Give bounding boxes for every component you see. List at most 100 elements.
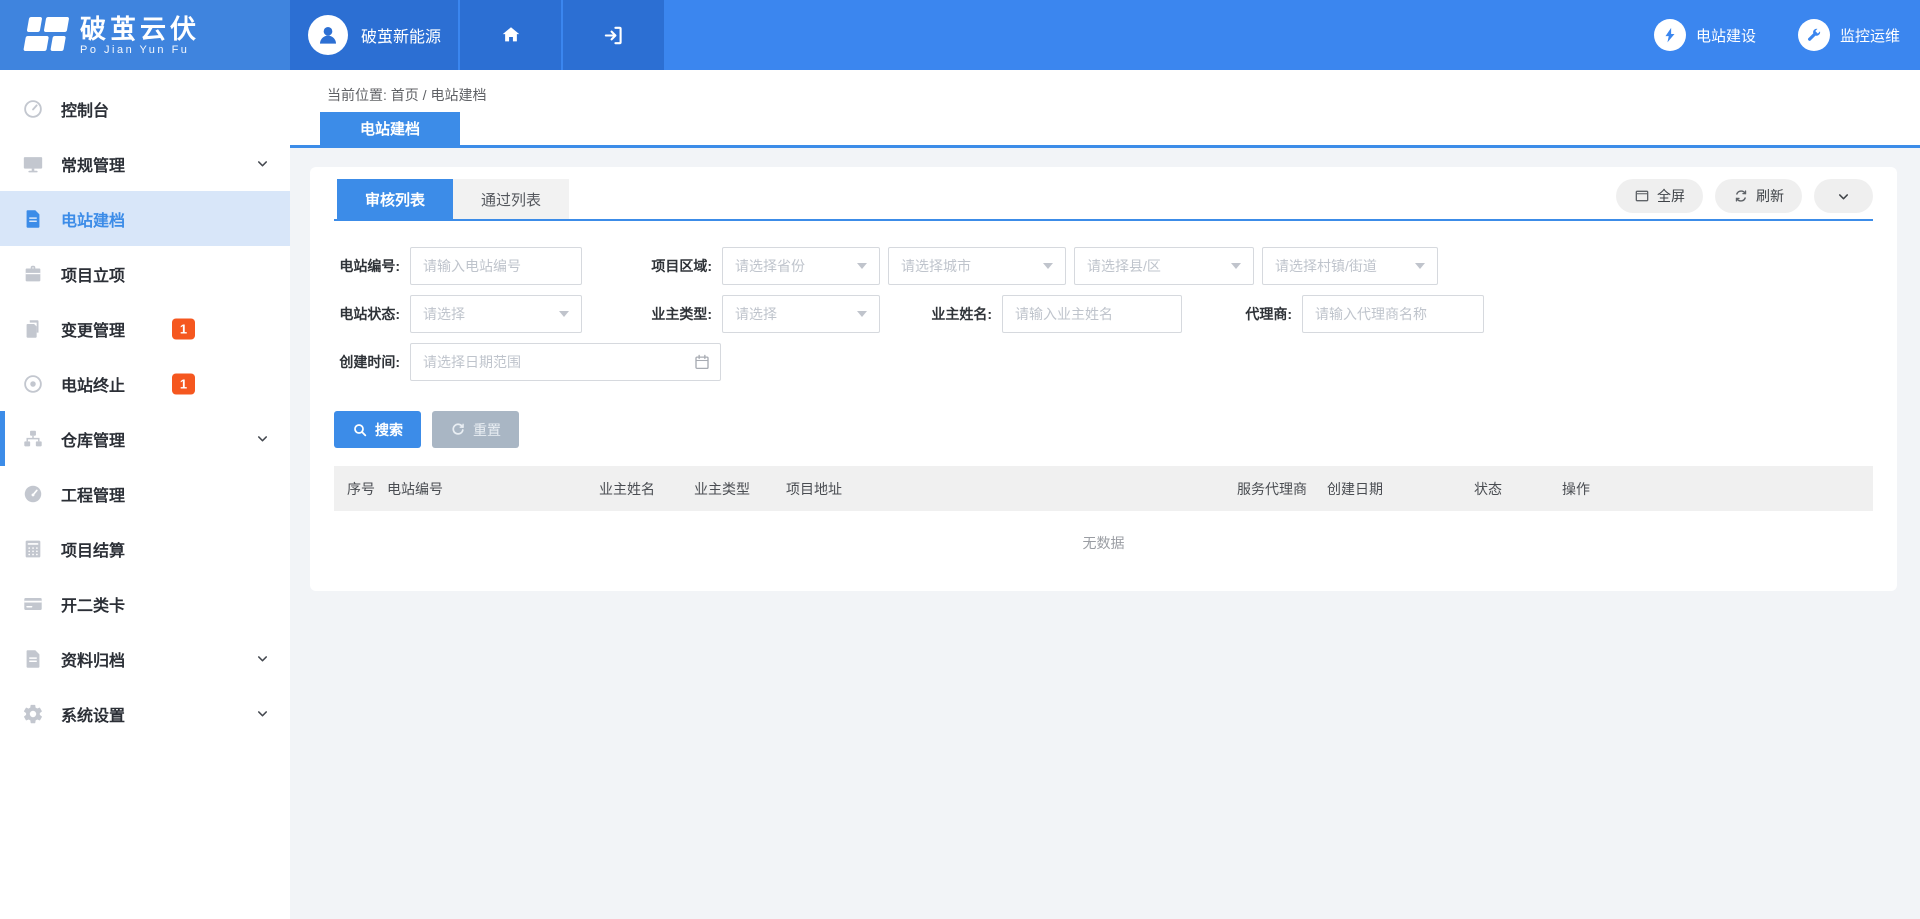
sidebar-item-station-terminate[interactable]: 电站终止 1 (0, 356, 290, 411)
content-area: 审核列表 通过列表 全屏 (290, 148, 1920, 919)
owner-name-input[interactable] (1002, 295, 1182, 333)
station-status-label: 电站状态: (334, 304, 400, 324)
filter-row-2: 电站状态: 请选择 业主类型: 请选择 业主姓名: (334, 295, 1873, 333)
bank-card-icon (21, 592, 45, 616)
panel-tabs-row: 审核列表 通过列表 全屏 (334, 179, 1873, 221)
search-icon (352, 422, 368, 438)
station-no-label: 电站编号: (334, 256, 400, 276)
calculator-icon (21, 537, 45, 561)
page-tab-station-archive[interactable]: 电站建档 (320, 112, 460, 145)
header-spacer (666, 0, 1654, 70)
col-actions: 操作 (1562, 479, 1873, 499)
main-area: 当前位置: 首页 / 电站建档 电站建档 审核列表 通过列表 (290, 70, 1920, 919)
owner-type-select[interactable]: 请选择 (722, 295, 880, 333)
panel-actions: 全屏 刷新 (1616, 179, 1873, 213)
sidebar-item-warehouse-mgmt[interactable]: 仓库管理 (0, 411, 290, 466)
brand-text: 破茧云伏 Po Jian Yun Fu (80, 15, 200, 56)
notification-badge: 1 (172, 318, 195, 339)
filter-row-1: 电站编号: 项目区域: 请选择省份 请选择城市 (334, 247, 1873, 285)
sidebar-item-label: 项目结算 (61, 537, 125, 561)
header-user-section[interactable]: 破茧新能源 (290, 0, 460, 70)
nav-station-build[interactable]: 电站建设 (1654, 19, 1756, 51)
sidebar-item-project-initiation[interactable]: 项目立项 (0, 246, 290, 301)
chevron-down-icon (1836, 189, 1851, 204)
briefcase-icon (21, 262, 45, 286)
sidebar-item-data-archive[interactable]: 资料归档 (0, 631, 290, 686)
sidebar-item-label: 工程管理 (61, 482, 125, 506)
sidebar-item-change-mgmt[interactable]: 变更管理 1 (0, 301, 290, 356)
header-right-nav: 电站建设 监控运维 (1654, 0, 1920, 70)
col-status: 状态 (1474, 479, 1562, 499)
caret-down-icon (857, 311, 867, 317)
province-select-placeholder: 请选择省份 (735, 256, 805, 276)
station-no-input[interactable] (410, 247, 582, 285)
sitemap-icon (21, 427, 45, 451)
caret-down-icon (1043, 263, 1053, 269)
table-header-row: 序号 电站编号 业主姓名 业主类型 项目地址 服务代理商 创建日期 状态 操作 (334, 466, 1873, 511)
gear-icon (21, 702, 45, 726)
brand-logo: 破茧云伏 Po Jian Yun Fu (0, 0, 290, 70)
sidebar-item-open-type2-card[interactable]: 开二类卡 (0, 576, 290, 631)
sidebar: 控制台 常规管理 (0, 70, 290, 919)
copy-pages-icon (21, 317, 45, 341)
sidebar-item-engineering-mgmt[interactable]: 工程管理 (0, 466, 290, 521)
city-select[interactable]: 请选择城市 (888, 247, 1066, 285)
sidebar-item-station-archive[interactable]: 电站建档 (0, 191, 290, 246)
province-select[interactable]: 请选择省份 (722, 247, 880, 285)
chevron-down-icon (255, 156, 270, 171)
village-select-placeholder: 请选择村镇/街道 (1275, 256, 1377, 276)
nav-monitor-ops[interactable]: 监控运维 (1798, 19, 1900, 51)
col-create-date: 创建日期 (1327, 479, 1474, 499)
refresh-button[interactable]: 刷新 (1715, 179, 1802, 213)
notification-badge: 1 (172, 373, 195, 394)
sidebar-item-system-settings[interactable]: 系统设置 (0, 686, 290, 741)
chevron-down-icon (255, 706, 270, 721)
city-select-placeholder: 请选择城市 (901, 256, 971, 276)
gauge-icon (21, 97, 45, 121)
record-circle-icon (21, 372, 45, 396)
caret-down-icon (1415, 263, 1425, 269)
filter-buttons: 搜索 重置 (334, 411, 1873, 448)
sidebar-item-label: 电站终止 (61, 372, 125, 396)
search-button[interactable]: 搜索 (334, 411, 421, 448)
caret-down-icon (857, 263, 867, 269)
sidebar-item-general-mgmt[interactable]: 常规管理 (0, 136, 290, 191)
sidebar-item-label: 常规管理 (61, 152, 125, 176)
col-service-agent: 服务代理商 (1237, 479, 1315, 499)
date-range-input[interactable] (410, 343, 721, 381)
sidebar-item-console[interactable]: 控制台 (0, 81, 290, 136)
reset-label: 重置 (473, 420, 501, 440)
caret-down-icon (1231, 263, 1241, 269)
home-button[interactable] (460, 0, 563, 70)
breadcrumb-prefix: 当前位置: (327, 87, 387, 103)
tab-passed-list[interactable]: 通过列表 (453, 179, 569, 219)
col-index: 序号 (347, 479, 387, 499)
breadcrumb: 当前位置: 首页 / 电站建档 (290, 70, 1920, 105)
station-status-select[interactable]: 请选择 (410, 295, 582, 333)
tab-review-list[interactable]: 审核列表 (337, 179, 453, 219)
date-range-field (410, 343, 721, 381)
district-select-placeholder: 请选择县/区 (1087, 256, 1161, 276)
collapse-button[interactable] (1814, 179, 1873, 213)
reset-button[interactable]: 重置 (432, 411, 519, 448)
fullscreen-label: 全屏 (1657, 186, 1685, 206)
village-select[interactable]: 请选择村镇/街道 (1262, 247, 1438, 285)
sidebar-item-label: 资料归档 (61, 647, 125, 671)
logout-button[interactable] (563, 0, 666, 70)
calendar-icon[interactable] (693, 353, 711, 371)
monitor-icon (21, 152, 45, 176)
search-label: 搜索 (375, 420, 403, 440)
brand-logo-icon (18, 13, 70, 57)
chevron-down-icon (255, 651, 270, 666)
fullscreen-button[interactable]: 全屏 (1616, 179, 1703, 213)
sidebar-item-label: 电站建档 (61, 207, 125, 231)
breadcrumb-strip: 当前位置: 首页 / 电站建档 电站建档 (290, 70, 1920, 148)
col-station-no: 电站编号 (387, 479, 599, 499)
district-select[interactable]: 请选择县/区 (1074, 247, 1254, 285)
agent-input[interactable] (1302, 295, 1484, 333)
nav-monitor-ops-label: 监控运维 (1840, 25, 1900, 46)
breadcrumb-path[interactable]: 首页 / 电站建档 (391, 87, 487, 103)
filter-form: 电站编号: 项目区域: 请选择省份 请选择城市 (334, 221, 1873, 448)
sidebar-item-project-settlement[interactable]: 项目结算 (0, 521, 290, 576)
brand-subtitle: Po Jian Yun Fu (80, 44, 200, 56)
